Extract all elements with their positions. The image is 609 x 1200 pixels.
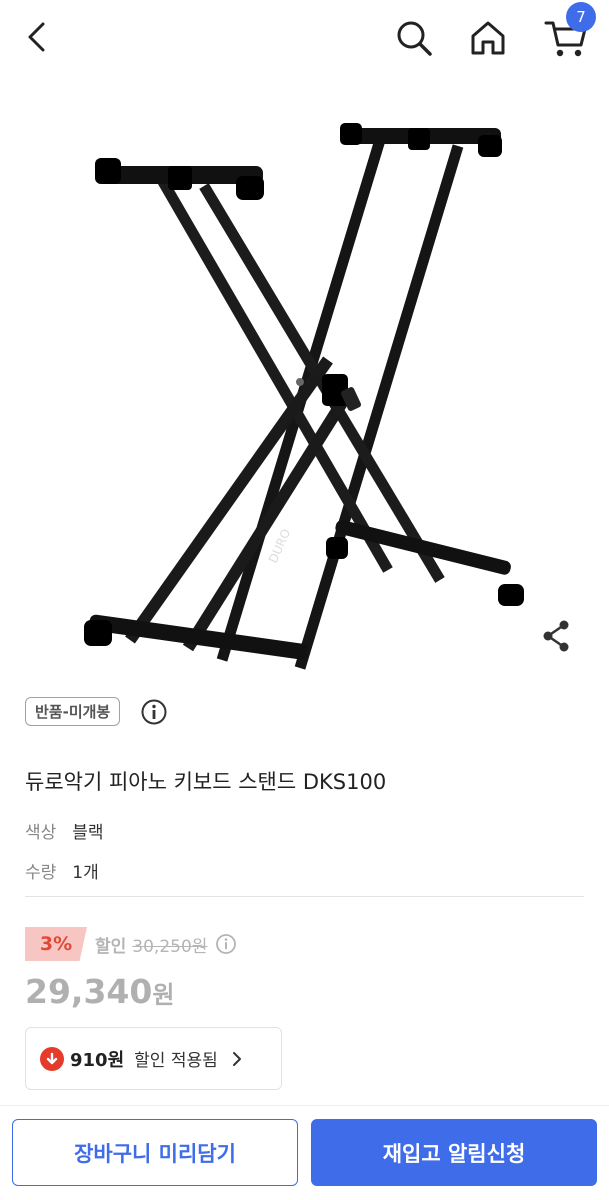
option-value: 1개	[72, 863, 99, 883]
original-price: 30,250원	[132, 936, 208, 957]
home-icon[interactable]	[462, 12, 514, 64]
down-arrow-icon	[40, 1046, 64, 1071]
sale-price-unit: 원	[152, 981, 175, 1009]
search-icon[interactable]	[388, 12, 440, 64]
divider	[25, 896, 584, 897]
discount-row: 3% 할인 30,250원	[25, 927, 237, 961]
top-bar	[0, 0, 609, 76]
coupon-amount: 910원	[70, 1049, 125, 1071]
info-icon[interactable]	[140, 698, 168, 726]
option-key: 수량	[25, 863, 57, 883]
return-unopened-badge: 반품-미개봉	[25, 697, 121, 726]
restock-notify-button[interactable]: 재입고 알림신청	[311, 1119, 597, 1186]
coupon-discount-box[interactable]: 910원 할인 적용됨	[25, 1027, 282, 1090]
discount-percent-badge: 3%	[25, 927, 87, 961]
product-image: DURO	[0, 76, 609, 684]
option-row-quantity: 수량 1개	[25, 858, 99, 883]
chevron-right-icon	[230, 1050, 244, 1068]
discount-label: 할인	[95, 936, 127, 957]
sale-price: 29,340원	[25, 972, 174, 1011]
sale-price-number: 29,340	[25, 972, 153, 1011]
duro-brand-logo: DURO	[266, 527, 293, 565]
back-arrow-icon[interactable]	[14, 14, 60, 60]
discount-info-icon[interactable]	[215, 933, 237, 955]
option-value: 블랙	[72, 823, 104, 843]
share-icon[interactable]	[534, 614, 578, 658]
add-to-cart-button[interactable]: 장바구니 미리담기	[12, 1119, 298, 1186]
product-title: 듀로악기 피아노 키보드 스탠드 DKS100	[25, 770, 387, 794]
cart-count-badge: 7	[566, 2, 596, 32]
option-row-color: 색상 블랙	[25, 818, 104, 843]
option-key: 색상	[25, 823, 57, 843]
coupon-text: 할인 적용됨	[134, 1051, 218, 1071]
